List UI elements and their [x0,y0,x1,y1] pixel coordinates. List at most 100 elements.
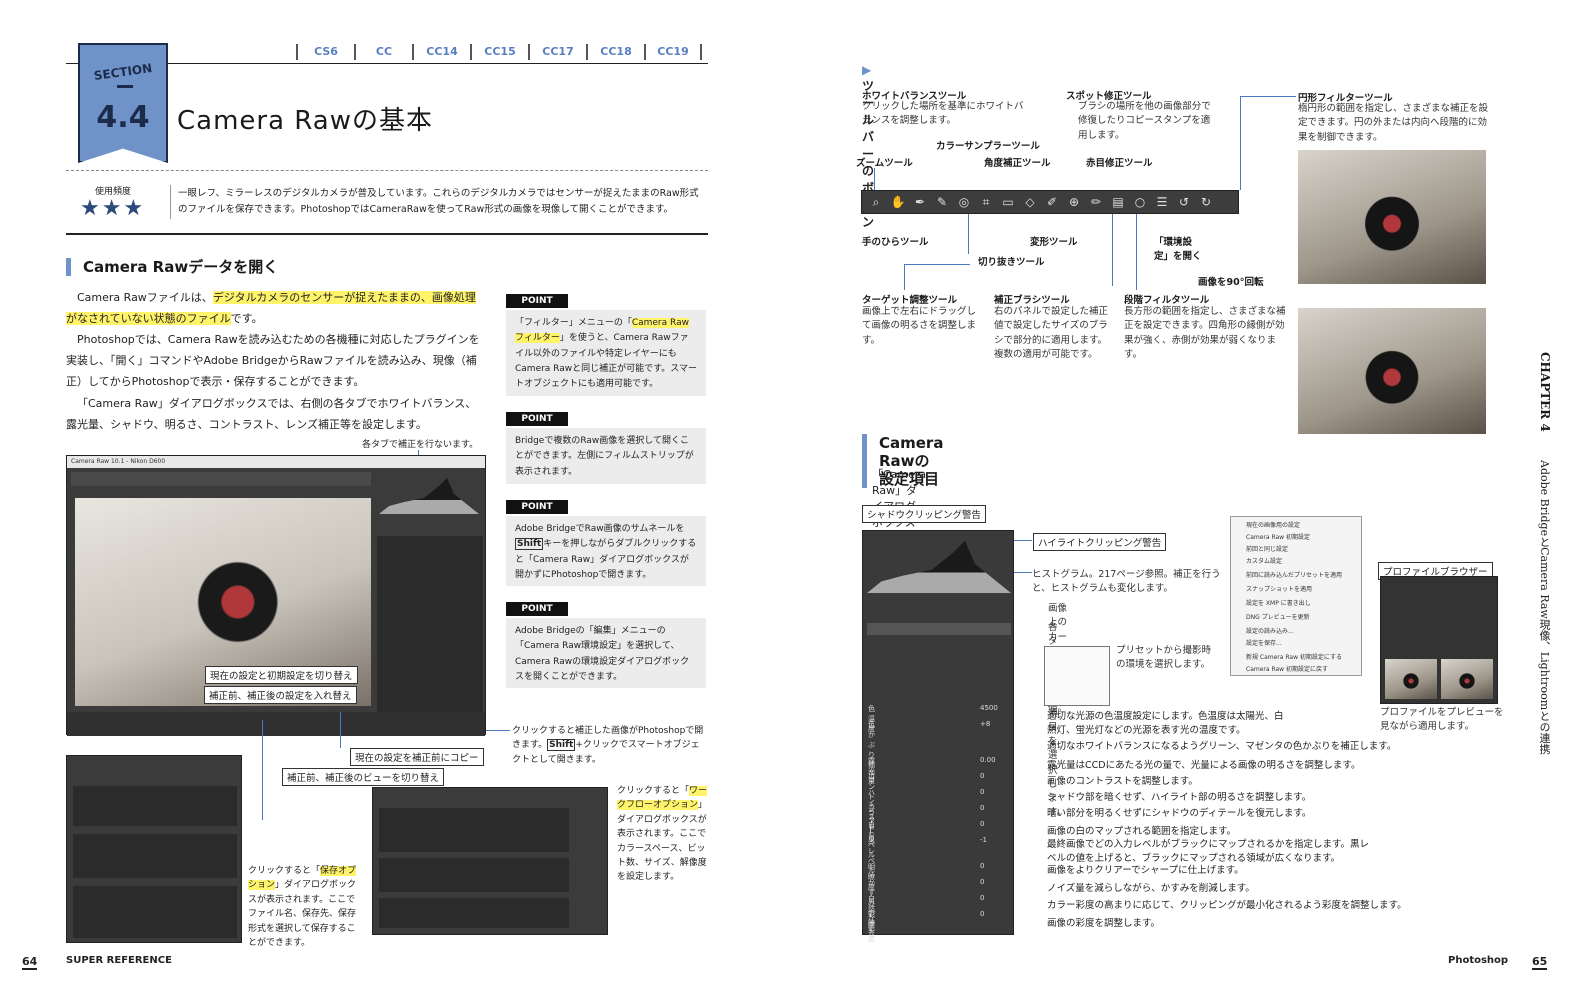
radial-filter-sample-photo [1298,150,1486,284]
row-desc-blacks: 最終画像でどの入力レベルがブラックにマップされるかを指定します。黒レベルの値を上… [1047,839,1370,864]
menu-item[interactable]: 現在の画像用の設定 [1246,520,1300,529]
footer-title-right: Photoshop [1448,955,1509,966]
redeye-icon[interactable]: ⊕ [1066,194,1082,210]
redeye-tool-label: 赤目修正ツール [1086,158,1153,169]
panel-value: 0 [980,862,985,870]
histogram-desc: ヒストグラム。217ページ参照。補正を行うと、ヒストグラムも変化します。 [1032,569,1221,595]
row-desc-highlights: シャドウ部を暗くせず、ハイライト部の明るさを調整します。 [1047,792,1312,803]
panel-value: 0.00 [980,756,996,764]
rotate-left-icon[interactable]: ↺ [1176,194,1192,210]
leader-line [1014,540,1032,541]
crop-tool-label: 切り抜きツール [978,257,1045,268]
menu-item[interactable]: 新規 Camera Raw 初期設定にする [1246,652,1342,661]
leader-line [1014,572,1032,573]
panel-label: 彩度 [868,911,875,929]
panel-value: 0 [980,820,985,828]
shadow-clip-callout: シャドウクリッピング警告 [862,505,987,523]
color-sampler-icon[interactable]: ✎ [934,194,950,210]
radial-tool-desc: 楕円形の範囲を指定し、さまざまな補正を設定できます。円の外または内向へ段階的に効… [1298,103,1489,143]
row-desc-dehaze: ノイズ量を減らしながら、かすみを削減します。 [1047,883,1255,894]
menu-item[interactable]: 前回に読み込んだプリセットを適用 [1246,570,1342,579]
menu-item[interactable]: Camera Raw 初期設定 [1246,532,1310,541]
row-desc-saturation: 画像の彩度を調整します。 [1047,918,1161,929]
brush-tool-desc: 右のパネルで設定した補正値で設定したサイズのブラシで部分的に適用します。複数の適… [994,306,1109,360]
transform-icon[interactable]: ◇ [1022,194,1038,210]
spot-removal-icon[interactable]: ✐ [1044,194,1060,210]
panel-value: 0 [980,804,985,812]
panel-value: -1 [980,836,987,844]
panel-tabs [867,623,1011,635]
camera-raw-toolbar: ⌕ ✋ ✒ ✎ ◎ ⌗ ▭ ◇ ✐ ⊕ ✏ ▤ ○ ☰ ↺ ↻ [861,190,1239,214]
graduated-filter-sample-photo [1298,308,1486,434]
target-tool-label: ターゲット調整ツール [862,295,958,306]
leader-line [904,264,905,290]
row-desc-contrast: 画像のコントラストを調整します。 [1047,776,1198,787]
page-number-right: 65 [1532,955,1548,970]
preferences-icon[interactable]: ☰ [1154,194,1170,210]
panel-value: +8 [980,720,991,728]
brush-icon[interactable]: ✏ [1088,194,1104,210]
rotate-label: 画像を90°回転 [1198,277,1264,288]
profile-thumbnail [1385,659,1437,699]
preset-desc: プリセットから撮影時の環境を選択します。 [1116,645,1212,671]
menu-item[interactable]: 設定を XMP に書き出し [1246,598,1311,607]
menu-item[interactable]: 設定を保存... [1246,638,1282,647]
leader-line [904,264,970,265]
leader-line [874,168,875,190]
wb-tool-desc: クリックした場所を基準にホワイトバランスを調整します。 [862,101,1024,127]
rotate-right-icon[interactable]: ↻ [1198,194,1214,210]
preset-dropdown [1044,646,1110,706]
menu-item[interactable]: Camera Raw 初期設定に戻す [1246,664,1328,673]
panel-value: 0 [980,788,985,796]
profile-thumbnail [1441,659,1493,699]
graduated-tool-desc: 長方形の範囲を指定し、さまざまな補正を設定できます。四角形の縁側が効果が強く、赤… [1124,306,1286,360]
panel-value: 0 [980,772,985,780]
straighten-tool-label: 角度補正ツール [984,158,1051,169]
leader-line [1136,214,1137,290]
target-adjust-icon[interactable]: ◎ [956,194,972,210]
transform-tool-label: 変形ツール [1030,237,1078,248]
spot-tool-desc: ブラシの場所を他の画像部分で修復したりコピースタンプを適用します。 [1078,101,1211,141]
panel-value: 4500 [980,704,998,712]
highlight-clip-callout: ハイライトクリッピング警告 [1033,533,1167,551]
menu-item[interactable]: カスタム設定 [1246,556,1282,565]
radial-filter-icon[interactable]: ○ [1132,194,1148,210]
eyedropper-icon[interactable]: ✒ [912,194,928,210]
profile-browser-panel [1380,576,1498,704]
row-desc-shadows: 暗い部分を明るくせずにシャドウのディテールを復元します。 [1047,808,1312,819]
hand-icon[interactable]: ✋ [890,194,906,210]
chapter-subtitle: Adobe BridgeとCamera Raw現像、Lightroomとの連携 [1538,460,1551,755]
basic-panel-screenshot [862,530,1014,935]
row-desc-temperature: 適切な光源の色温度設定にします。色温度は太陽光、白熱灯、蛍光灯などの光源を表す光… [1047,711,1284,736]
chapter-label: CHAPTER 4 [1538,352,1552,432]
row-desc-exposure: 露光量はCCDにあたる光の量で、光量による画像の明るさを調整します。 [1047,760,1361,771]
leader-line [1240,96,1296,97]
zoom-icon[interactable]: ⌕ [868,194,884,210]
row-desc-whites: 画像の白のマップされる範囲を指定します。 [1047,826,1237,837]
menu-item[interactable]: 設定の読み込み... [1246,626,1294,635]
profile-desc: プロファイルをプレビューを見ながら適用します。 [1380,707,1504,733]
panel-value: 0 [980,894,985,902]
menu-item[interactable]: DNG プレビューを更新 [1246,612,1310,621]
straighten-icon[interactable]: ▭ [1000,194,1016,210]
row-desc-vibrance: カラー彩度の高まりに応じて、クリッピングが最小化されるよう彩度を調整します。 [1047,900,1407,911]
color-sampler-label: カラーサンプラーツール [936,141,1040,152]
menu-item[interactable]: 前回と同じ設定 [1246,544,1288,553]
target-tool-desc: 画像上で左右にドラッグして画像の明るさを調整します。 [862,306,977,346]
right-page: ▶ ツールバーのボタン ホワイトバランスツール クリックした場所を基準にホワイト… [0,0,1552,1000]
graduated-filter-icon[interactable]: ▤ [1110,194,1126,210]
zoom-tool-label: ズームツール [856,158,913,169]
leader-line [968,214,969,254]
crop-icon[interactable]: ⌗ [978,194,994,210]
row-desc-clarity: 画像をよりクリアーでシャープに仕上げます。 [1047,865,1244,876]
hand-tool-label: 手のひらツール [862,237,929,248]
preferences-label: 「環境設定」を開く [1154,237,1202,262]
play-icon: ▶ [862,63,872,77]
leader-line [1112,214,1113,286]
panel-value: 0 [980,878,985,886]
menu-item[interactable]: スナップショットを適用 [1246,584,1312,593]
panel-histogram [867,540,1011,593]
leader-line [1240,96,1241,190]
graduated-tool-label: 段階フィルタツール [1124,295,1210,306]
row-desc-tint: 適切なホワイトバランスになるようグリーン、マゼンタの色かぶりを補正します。 [1047,741,1397,752]
